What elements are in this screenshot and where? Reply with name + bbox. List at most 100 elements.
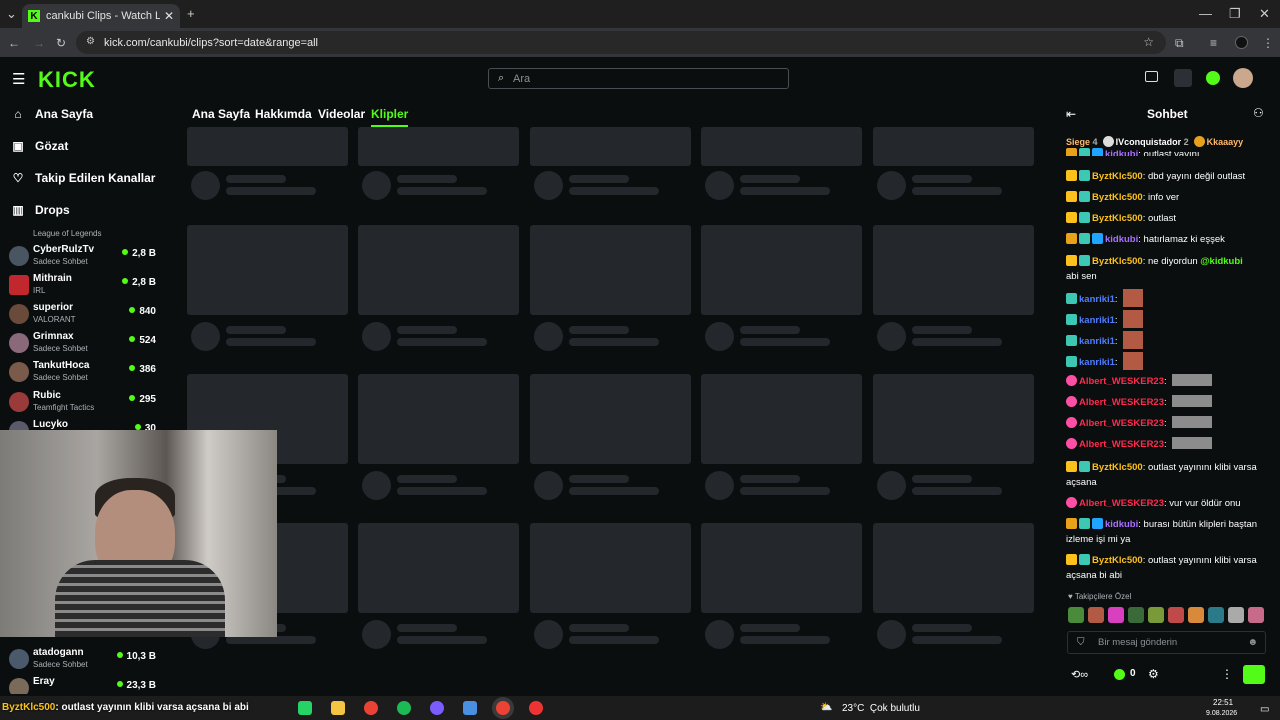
hamburger-menu-icon[interactable]: ☰ [12, 70, 25, 88]
chat-message[interactable]: ByztKlc500: outlast yayınını klibi varsa… [1066, 553, 1270, 583]
address-bar[interactable]: ⚙ kick.com/cankubi/clips?sort=date&range… [76, 31, 1166, 54]
chat-username[interactable]: ByztKlc500 [1092, 555, 1143, 566]
chat-message[interactable]: kanriki1: [1066, 331, 1270, 349]
chat-username[interactable]: kidkubi [1105, 234, 1138, 245]
search-input[interactable]: ⌕ Ara [488, 68, 789, 89]
nav-following[interactable]: ♡ Takip Edilen Kanallar [11, 171, 156, 185]
app-icon[interactable] [430, 701, 444, 715]
chat-username[interactable]: ByztKlc500 [1092, 171, 1143, 182]
chat-message[interactable]: kanriki1: [1066, 352, 1270, 370]
close-window-icon[interactable]: ✕ [1259, 6, 1270, 22]
chat-message[interactable]: ByztKlc500: outlast [1066, 211, 1270, 226]
chat-username[interactable]: kidkubi [1105, 149, 1138, 156]
emote-button[interactable] [1068, 607, 1084, 623]
sidebar-channel[interactable]: Grimnax Sadece Sohbet 524 [9, 329, 159, 357]
chat-username[interactable]: Albert_WESKER23 [1079, 418, 1164, 429]
sidebar-channel[interactable]: Mithrain IRL 2,8 B [9, 271, 159, 299]
chat-username[interactable]: Albert_WESKER23 [1079, 498, 1164, 509]
chat-username[interactable]: kanriki1 [1079, 336, 1115, 347]
emote-button[interactable] [1228, 607, 1244, 623]
minimize-icon[interactable]: — [1199, 6, 1212, 21]
chrome-icon[interactable] [364, 701, 378, 715]
new-tab-icon[interactable]: + [187, 6, 195, 21]
tab-videos[interactable]: Videolar [318, 107, 365, 121]
media-icon[interactable]: ≡ [1210, 36, 1217, 50]
emoji-icon[interactable]: ☻ [1247, 637, 1258, 648]
chat-username[interactable]: Albert_WESKER23 [1079, 397, 1164, 408]
sidebar-channel[interactable]: TankutHoca Sadece Sohbet 386 [9, 358, 159, 386]
kick-logo[interactable]: KICK [38, 67, 96, 93]
tab-clips[interactable]: Klipler [371, 107, 409, 127]
spotify-icon[interactable] [397, 701, 411, 715]
chat-message[interactable]: Albert_WESKER23: [1066, 374, 1270, 389]
chat-message[interactable]: kidkubi: burası bütün klipleri baştan iz… [1066, 517, 1270, 547]
emote-button[interactable] [1148, 607, 1164, 623]
chat-username[interactable]: ByztKlc500 [1092, 213, 1143, 224]
chat-username[interactable]: kanriki1 [1079, 294, 1115, 305]
whatsapp-icon[interactable] [298, 701, 312, 715]
user-avatar[interactable] [1233, 68, 1253, 88]
close-tab-icon[interactable]: ✕ [164, 9, 174, 23]
chat-message[interactable]: ByztKlc500: ne diyordun @kidkubi abi sen [1066, 254, 1270, 284]
chat-users-icon[interactable]: ⚇ [1253, 106, 1264, 120]
chat-message[interactable]: Albert_WESKER23: [1066, 416, 1270, 431]
more-icon[interactable]: ⋮ [1221, 667, 1233, 681]
kick-points-icon[interactable] [1206, 71, 1220, 85]
nav-home[interactable]: ⌂ Ana Sayfa [11, 107, 93, 121]
sidebar-channel[interactable]: CyberRulzTv Sadece Sohbet 2,8 B [9, 242, 159, 270]
browser-tab[interactable]: K cankubi Clips - Watch Live on Kick ✕ [22, 4, 180, 28]
app-icon[interactable] [463, 701, 477, 715]
chrome-active-icon[interactable] [496, 701, 510, 715]
chat-message[interactable]: ByztKlc500: info ver [1066, 190, 1270, 205]
emote-button[interactable] [1168, 607, 1184, 623]
forward-icon[interactable]: → [33, 36, 45, 50]
profile-icon[interactable] [1235, 36, 1248, 49]
app-icon[interactable] [529, 701, 543, 715]
chat-username[interactable]: kidkubi [1105, 519, 1138, 530]
chat-message[interactable]: ByztKlc500: outlast yayınını klibi varsa… [1066, 460, 1270, 490]
chat-message[interactable]: kidkubi: hatırlamaz ki eşşek [1066, 232, 1270, 247]
emote-button[interactable] [1188, 607, 1204, 623]
chat-username[interactable]: ByztKlc500 [1092, 192, 1143, 203]
emote-button[interactable] [1248, 607, 1264, 623]
theater-icon[interactable] [1145, 71, 1158, 82]
extensions-icon[interactable]: ⧉ [1175, 36, 1184, 51]
sidebar-channel[interactable]: Eray 23,3 B [9, 674, 159, 694]
notification-icon[interactable]: ▭ [1260, 704, 1269, 715]
sidebar-channel[interactable]: Lucyko 30 [9, 417, 159, 430]
sidebar-channel[interactable]: Rubic Teamfight Tactics 295 [9, 388, 159, 416]
site-info-icon[interactable]: ⚙ [86, 36, 95, 47]
menu-kebab-icon[interactable]: ⋮ [1262, 36, 1274, 50]
tab-about[interactable]: Hakkımda [255, 107, 312, 121]
tab-home[interactable]: Ana Sayfa [192, 107, 250, 121]
file-explorer-icon[interactable] [331, 701, 345, 715]
sidebar-channel[interactable]: atadogann Sadece Sohbet 10,3 B [9, 645, 159, 673]
chat-username[interactable]: ByztKlc500 [1092, 462, 1143, 473]
chat-username[interactable]: kanriki1 [1079, 315, 1115, 326]
chat-username[interactable]: kanriki1 [1079, 357, 1115, 368]
chat-mention[interactable]: @kidkubi [1198, 256, 1243, 267]
emote-button[interactable] [1088, 607, 1104, 623]
bookmark-star-icon[interactable]: ☆ [1143, 35, 1154, 49]
nav-drops[interactable]: ▥ Drops [11, 203, 69, 217]
back-icon[interactable]: ← [8, 36, 20, 50]
tab-list-icon[interactable]: ⌄ [6, 6, 17, 22]
chat-username[interactable]: Albert_WESKER23 [1079, 376, 1164, 387]
chat-message[interactable]: Albert_WESKER23: vur vur öldür onu [1066, 496, 1270, 511]
maximize-icon[interactable]: ❐ [1229, 6, 1241, 22]
chat-message[interactable]: ByztKlc500: dbd yayını değil outlast [1066, 169, 1270, 184]
chat-options-icon[interactable]: ⟲∞ [1071, 668, 1088, 681]
nav-browse[interactable]: ▣ Gözat [11, 139, 68, 153]
emote-button[interactable] [1128, 607, 1144, 623]
chat-username[interactable]: Albert_WESKER23 [1079, 439, 1164, 450]
chat-settings-icon[interactable]: ⚙ [1148, 667, 1159, 681]
chat-message[interactable]: kanriki1: [1066, 289, 1270, 307]
chat-message[interactable]: kanriki1: [1066, 310, 1270, 328]
chat-username[interactable]: ByztKlc500 [1092, 256, 1143, 267]
dashboard-icon[interactable] [1174, 69, 1192, 87]
collapse-chat-icon[interactable]: ⇤ [1066, 107, 1076, 121]
sidebar-channel[interactable]: superior VALORANT 840 [9, 300, 159, 328]
chat-message[interactable]: kidkubi: outlast yayını [1066, 148, 1270, 156]
emote-button[interactable] [1108, 607, 1124, 623]
chat-input[interactable]: ⛉ Bir mesaj gönderin ☻ [1067, 631, 1266, 654]
